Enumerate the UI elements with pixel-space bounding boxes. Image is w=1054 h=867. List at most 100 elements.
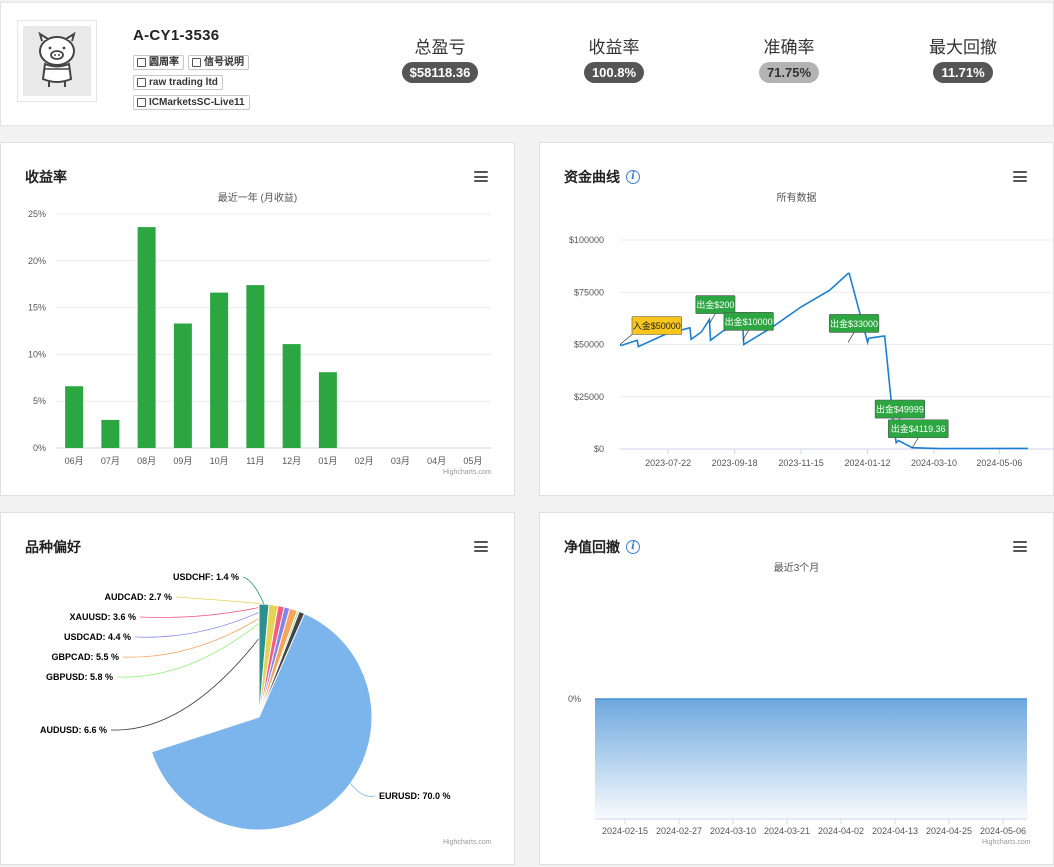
flag-connector	[911, 437, 919, 448]
x-tick-label: 07月	[101, 456, 120, 466]
x-tick-label: 02月	[355, 456, 374, 466]
pie-label: AUDUSD: 6.6 %	[40, 725, 107, 735]
flag-label: 出金$4119.36	[891, 423, 946, 434]
pig-avatar-icon	[23, 26, 91, 96]
bar	[173, 323, 192, 448]
copy-icon	[137, 78, 146, 87]
symbols-card: 品种偏好 EURUSD: 70.0 % AUDUSD: 6.6 % GBPUSD: …	[0, 512, 515, 865]
pie-label: EURUSD: 70.0 %	[379, 791, 451, 801]
bar	[65, 386, 84, 448]
stat-total-pnl: 总盈亏 $58118.36	[380, 33, 500, 83]
drawdown-area-chart: 0% 2024-02-15 2024-02-27 2024-03-10 2024-03-…	[568, 694, 1027, 836]
pie-connector	[116, 605, 280, 678]
equity-line-chart: $0 $25000 $50000 $75000 $100000 2023-07-22 202…	[569, 235, 1054, 468]
returns-card: 收益率 最近一年 (月收益) 0% 5% 10% 15% 20% 25% 06月 07月 08月…	[0, 142, 515, 496]
avatar	[17, 20, 97, 102]
y-tick-label: $25000	[574, 392, 604, 402]
pie-label: USDCHF: 1.4 %	[173, 572, 239, 582]
tag-label: 圆周率	[149, 57, 179, 68]
stat-label: 准确率	[763, 38, 815, 57]
stat-value: 100.8%	[583, 62, 645, 83]
x-tick-label: 2024-04-25	[926, 826, 972, 836]
y-tick-label: $75000	[574, 287, 604, 297]
bar	[318, 372, 337, 448]
document-icon	[192, 58, 201, 67]
flag-label: 入金$50000	[633, 320, 681, 331]
tag-label: raw trading ltd	[149, 77, 218, 88]
pie-label: USDCAD: 4.4 %	[64, 632, 131, 642]
x-tick-label: 2023-11-15	[778, 458, 823, 468]
account-header: A-CY1-3536 圆周率 信号说明 raw trading ltd ICMa…	[0, 2, 1054, 126]
flag-label: 出金$49999	[876, 404, 924, 415]
y-tick-label: 5%	[33, 396, 46, 406]
x-tick-label: 2024-04-13	[872, 826, 918, 836]
x-tick-label: 2024-02-27	[656, 826, 702, 836]
stat-label: 收益率	[588, 38, 640, 57]
bar	[246, 285, 265, 448]
pi-tag[interactable]: 圆周率	[133, 55, 184, 70]
x-tick-label: 2024-04-02	[818, 826, 864, 836]
x-tick-label: 2024-03-10	[911, 458, 957, 468]
pie-connector	[350, 783, 376, 797]
y-tick-label: $0	[594, 444, 604, 454]
y-tick-label: 20%	[28, 256, 46, 266]
drawdown-card: 净值回撤 i 最近3个月 0% 2024-02-15 2024-02-27 2024-0…	[539, 512, 1054, 865]
flag-label: 出金$10000	[725, 316, 773, 327]
stat-value: $58118.36	[401, 62, 479, 83]
pie-label: GBPCAD: 5.5 %	[51, 652, 119, 662]
server-icon	[137, 98, 146, 107]
stat-value: 71.75%	[758, 62, 820, 83]
x-tick-label: 05月	[463, 456, 482, 466]
tag-label: ICMarketsSC-Live11	[149, 97, 245, 108]
chart-credit: Highcharts.com	[982, 839, 1031, 846]
y-tick-label: 0%	[33, 443, 46, 453]
tag-label: 信号说明	[204, 57, 244, 68]
x-tick-label: 09月	[173, 456, 192, 466]
x-tick-label: 11月	[246, 456, 264, 466]
annotation-flag: 出金$10000	[723, 312, 774, 341]
symbols-pie-chart: EURUSD: 70.0 % AUDUSD: 6.6 % GBPUSD: 5.8 %…	[40, 572, 451, 831]
pie-connector	[175, 596, 269, 605]
flag-connector	[847, 332, 855, 343]
equity-line	[619, 272, 1029, 450]
y-tick-label: 25%	[28, 209, 46, 219]
bar	[282, 344, 301, 448]
account-name: A-CY1-3536	[133, 27, 220, 44]
stat-return-rate: 收益率 100.8%	[554, 33, 674, 83]
flag-label: 出金$33000	[830, 318, 878, 329]
x-tick-label: 06月	[65, 456, 84, 466]
x-tick-label: 2024-05-06	[976, 458, 1022, 468]
chart-credit: Highcharts.com	[443, 839, 492, 846]
pie-label: AUDCAD: 2.7 %	[104, 592, 172, 602]
x-tick-label: 2024-05-06	[980, 826, 1026, 836]
chart-credit: Highcharts.com	[443, 469, 492, 476]
x-tick-label: 12月	[282, 456, 301, 466]
pie-connector	[242, 576, 265, 605]
bar	[101, 419, 120, 448]
server-tag: ICMarketsSC-Live11	[133, 95, 250, 110]
y-tick-label: 0%	[568, 694, 581, 704]
broker-tag: raw trading ltd	[133, 75, 223, 90]
annotation-flag: 出金$4119.36	[887, 419, 949, 448]
pie-label: GBPUSD: 5.8 %	[46, 672, 113, 682]
y-tick-label: 10%	[28, 349, 46, 359]
y-tick-label: 15%	[28, 303, 46, 313]
stat-label: 总盈亏	[414, 38, 466, 57]
equity-card: 资金曲线 i 所有数据 $0 $25000 $50000 $75000 $100000 20…	[539, 142, 1054, 496]
x-tick-label: 2024-03-10	[710, 826, 756, 836]
flag-label: 出金$200	[696, 299, 734, 310]
x-tick-label: 10月	[210, 456, 229, 466]
x-tick-label: 08月	[137, 456, 156, 466]
stat-label: 最大回撤	[929, 38, 997, 57]
drawdown-area	[595, 699, 1027, 819]
returns-bar-chart: 0% 5% 10% 15% 20% 25% 06月 07月 08月 09月 10月 11月 12月 01月…	[28, 209, 491, 466]
y-tick-label: $100000	[569, 235, 604, 245]
pie-label: XAUUSD: 3.6 %	[69, 612, 136, 622]
y-tick-label: $50000	[574, 340, 604, 350]
user-icon	[137, 58, 146, 67]
signal-info-tag[interactable]: 信号说明	[188, 55, 249, 70]
flag-connector	[709, 313, 716, 324]
bar	[210, 292, 229, 448]
x-tick-label: 2023-09-18	[712, 458, 758, 468]
stat-max-drawdown: 最大回撤 11.71%	[903, 33, 1023, 83]
